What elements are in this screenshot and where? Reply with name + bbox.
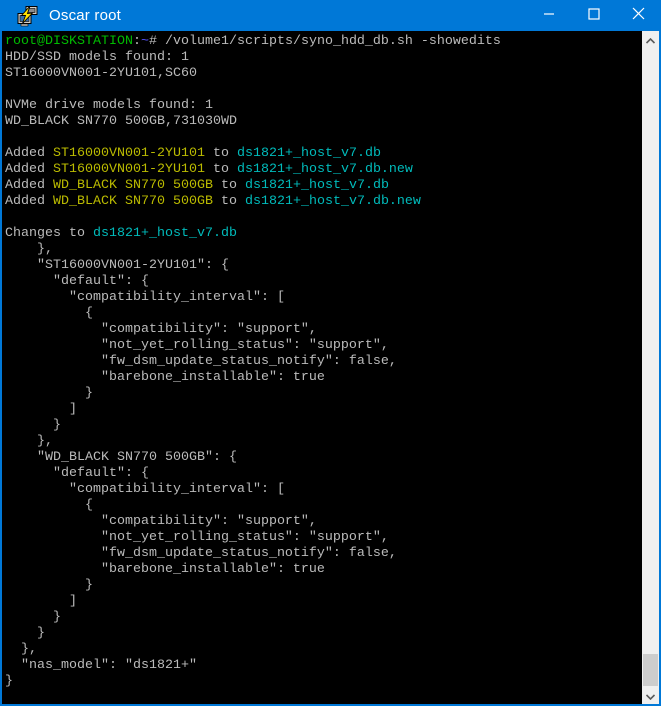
chevron-up-icon [646,31,655,49]
scrollbar[interactable] [642,31,659,704]
terminal-line: } [5,386,641,402]
terminal-line: Added WD_BLACK SN770 500GB to ds1821+_ho… [5,194,641,210]
terminal-line: "fw_dsm_update_status_notify": false, [5,546,641,562]
close-icon [632,7,645,25]
terminal-line: { [5,498,641,514]
terminal-line: ] [5,402,641,418]
terminal-line: "compatibility": "support", [5,514,641,530]
terminal-line: } [5,578,641,594]
terminal-line: "compatibility_interval": [ [5,290,641,306]
scrollbar-up-button[interactable] [642,31,659,48]
terminal-line: }, [5,434,641,450]
window-controls [526,0,661,31]
terminal-line: Changes to ds1821+_host_v7.db [5,226,641,242]
terminal-line: "not_yet_rolling_status": "support", [5,530,641,546]
putty-window: Oscar root root@DISKSTATION:~# /volume1/… [0,0,661,706]
terminal-line: "default": { [5,274,641,290]
terminal-line [5,210,641,226]
terminal-line: "default": { [5,466,641,482]
terminal-line: } [5,610,641,626]
title-bar[interactable]: Oscar root [0,0,661,31]
terminal-line: "compatibility_interval": [ [5,482,641,498]
terminal-line: "ST16000VN001-2YU101": { [5,258,641,274]
terminal-output: root@DISKSTATION:~# /volume1/scripts/syn… [5,34,641,704]
terminal-line: Added WD_BLACK SN770 500GB to ds1821+_ho… [5,178,641,194]
terminal-line: "compatibility": "support", [5,322,641,338]
minimize-icon [543,7,555,25]
minimize-button[interactable] [526,0,571,31]
terminal-line: ] [5,594,641,610]
terminal-line: } [5,418,641,434]
terminal-line: ST16000VN001-2YU101,SC60 [5,66,641,82]
terminal-line: "not_yet_rolling_status": "support", [5,338,641,354]
terminal-line: NVMe drive models found: 1 [5,98,641,114]
terminal-line: }, [5,642,641,658]
terminal-line: "barebone_installable": true [5,370,641,386]
close-button[interactable] [616,0,661,31]
scrollbar-down-button[interactable] [642,687,659,704]
putty-terminal-icon [17,5,39,27]
chevron-down-icon [646,687,655,705]
terminal-line: { [5,306,641,322]
maximize-button[interactable] [571,0,616,31]
terminal-line: Added ST16000VN001-2YU101 to ds1821+_hos… [5,146,641,162]
window-title: Oscar root [49,7,121,24]
terminal-line: } [5,674,641,690]
terminal-line: "fw_dsm_update_status_notify": false, [5,354,641,370]
terminal-line [5,130,641,146]
terminal-line: HDD/SSD models found: 1 [5,50,641,66]
terminal-line: root@DISKSTATION:~# /volume1/scripts/syn… [5,34,641,50]
terminal-line: "barebone_installable": true [5,562,641,578]
terminal-line: "WD_BLACK SN770 500GB": { [5,450,641,466]
terminal-line [5,82,641,98]
terminal-line: }, [5,242,641,258]
terminal-line: } [5,626,641,642]
maximize-icon [588,7,600,25]
scrollbar-thumb[interactable] [643,654,658,686]
terminal-line: "nas_model": "ds1821+" [5,658,641,674]
terminal-line: WD_BLACK SN770 500GB,731030WD [5,114,641,130]
terminal-screen[interactable]: root@DISKSTATION:~# /volume1/scripts/syn… [2,31,659,704]
terminal-line: Added ST16000VN001-2YU101 to ds1821+_hos… [5,162,641,178]
